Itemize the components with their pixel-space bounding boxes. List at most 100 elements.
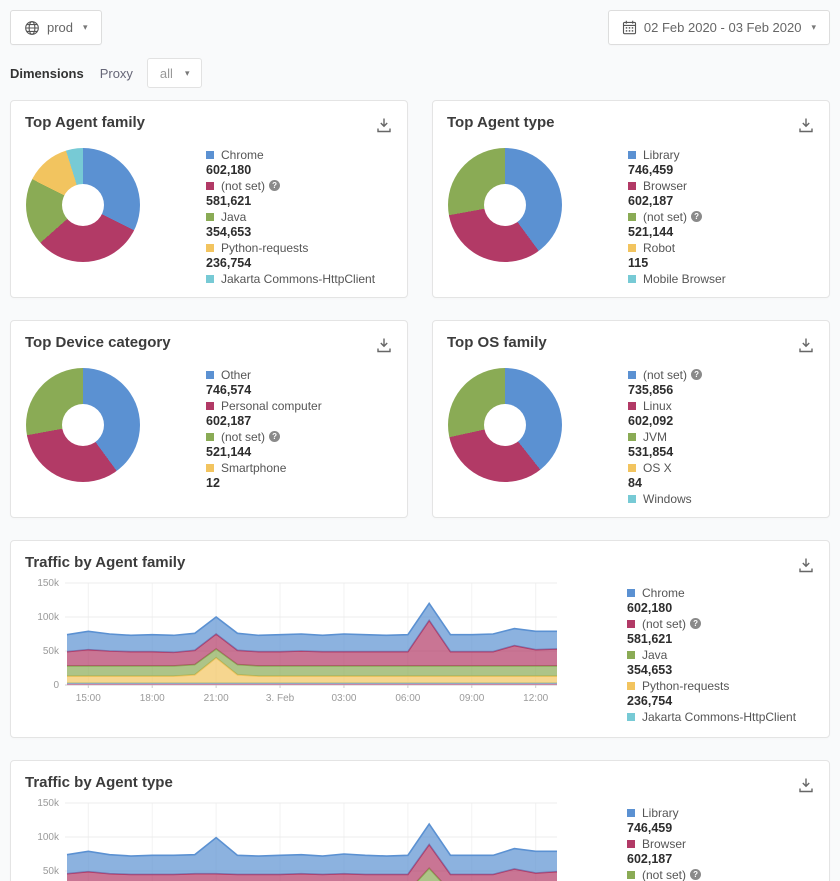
legend-item[interactable]: Robot [628, 240, 826, 256]
legend-item[interactable]: Chrome [206, 147, 404, 163]
legend-label: JVM [643, 430, 667, 444]
card-title: Top Agent family [25, 114, 145, 131]
help-icon[interactable]: ? [690, 869, 701, 880]
legend-item[interactable]: (not set)? [628, 367, 826, 383]
help-icon[interactable]: ? [269, 180, 280, 191]
legend-value: 602,180 [627, 601, 832, 617]
legend-swatch [628, 464, 636, 472]
legend-item[interactable]: Library [627, 805, 832, 821]
legend-item[interactable]: (not set)? [627, 616, 832, 632]
legend-value: 746,459 [627, 821, 832, 837]
legend-value: 115 [628, 256, 826, 272]
legend-item[interactable]: Library [628, 147, 826, 163]
card-top-agent-type: Top Agent type Library746,459Browser602,… [432, 100, 830, 298]
legend-item[interactable]: Other [206, 367, 404, 383]
legend-swatch [627, 620, 635, 628]
card-title: Top Device category [25, 334, 171, 351]
legend-label: (not set) [642, 617, 686, 631]
donut-chart-agent-family[interactable] [26, 148, 140, 262]
legend-item[interactable]: Java [206, 209, 404, 225]
chevron-down-icon: ▾ [83, 22, 88, 33]
dimensions-label: Dimensions [10, 66, 84, 81]
legend-item[interactable]: Browser [628, 178, 826, 194]
legend-item[interactable]: Chrome [627, 585, 832, 601]
card-title: Traffic by Agent family [25, 554, 185, 571]
legend-item[interactable]: JVM [628, 429, 826, 445]
download-icon[interactable] [797, 776, 815, 794]
legend-item[interactable]: (not set)? [628, 209, 826, 225]
legend-item[interactable]: Python-requests [206, 240, 404, 256]
legend-label: Windows [643, 492, 692, 506]
legend-item[interactable]: Mobile Browser [628, 271, 826, 287]
legend-value: 602,180 [206, 163, 404, 179]
legend-swatch [628, 151, 636, 159]
legend-swatch [628, 495, 636, 503]
svg-text:100k: 100k [37, 832, 60, 843]
legend-item[interactable]: (not set)? [206, 429, 404, 445]
download-icon[interactable] [375, 336, 393, 354]
svg-text:21:00: 21:00 [204, 693, 229, 704]
legend-item[interactable]: Java [627, 647, 832, 663]
legend-item[interactable]: (not set)? [206, 178, 404, 194]
proxy-select-value: all [160, 66, 173, 81]
legend-label: Python-requests [642, 679, 729, 693]
download-icon[interactable] [375, 116, 393, 134]
date-range-label: 02 Feb 2020 - 03 Feb 2020 [644, 20, 802, 35]
legend-label: Other [221, 368, 251, 382]
legend-swatch [206, 275, 214, 283]
help-icon[interactable]: ? [691, 369, 702, 380]
legend-item[interactable]: Jakarta Commons-HttpClient [206, 271, 404, 287]
legend-agent-type: Library746,459Browser602,187(not set)?52… [628, 147, 826, 287]
area-chart-svg: 050k100k150k15:0018:0021:003. Feb03:0006… [25, 797, 585, 881]
download-icon[interactable] [797, 116, 815, 134]
legend-value: 236,754 [627, 694, 832, 710]
legend-item[interactable]: Browser [627, 836, 832, 852]
area-chart-svg: 050k100k150k15:0018:0021:003. Feb03:0006… [25, 577, 585, 711]
legend-value: 521,144 [206, 445, 404, 461]
donut-chart-device-category[interactable] [26, 368, 140, 482]
legend-swatch [627, 809, 635, 817]
legend-label: (not set) [221, 430, 265, 444]
help-icon[interactable]: ? [269, 431, 280, 442]
legend-item[interactable]: OS X [628, 460, 826, 476]
legend-item[interactable]: Personal computer [206, 398, 404, 414]
legend-label: (not set) [642, 868, 686, 881]
legend-swatch [206, 244, 214, 252]
legend-label: Smartphone [221, 461, 286, 475]
donut-chart-os-family[interactable] [448, 368, 562, 482]
donut-chart-agent-type[interactable] [448, 148, 562, 262]
date-range-selector[interactable]: 02 Feb 2020 - 03 Feb 2020 ▾ [608, 10, 830, 45]
legend-item[interactable]: Smartphone [206, 460, 404, 476]
legend-item[interactable]: Jakarta Commons-HttpClient [627, 709, 832, 725]
help-icon[interactable]: ? [690, 618, 701, 629]
svg-text:0: 0 [53, 680, 59, 691]
legend-label: Chrome [221, 148, 264, 162]
download-icon[interactable] [797, 336, 815, 354]
environment-selector[interactable]: prod ▾ [10, 10, 102, 45]
legend-swatch [206, 402, 214, 410]
legend-item[interactable]: Python-requests [627, 678, 832, 694]
help-icon[interactable]: ? [691, 211, 702, 222]
donut-hole [484, 404, 526, 446]
legend-value: 354,653 [627, 663, 832, 679]
legend-value: 581,621 [627, 632, 832, 648]
donut-hole [62, 184, 104, 226]
download-icon[interactable] [797, 556, 815, 574]
legend-value: 354,653 [206, 225, 404, 241]
chevron-down-icon: ▾ [811, 22, 816, 33]
legend-label: (not set) [643, 368, 687, 382]
donut-hole [62, 404, 104, 446]
top-bar: prod ▾ 02 Feb 2020 - 03 Feb 2020 ▾ [0, 0, 840, 45]
legend-swatch [628, 213, 636, 221]
legend-label: Mobile Browser [643, 272, 726, 286]
proxy-select[interactable]: all ▾ [147, 58, 203, 88]
environment-label: prod [47, 20, 73, 35]
legend-label: Library [643, 148, 680, 162]
legend-swatch [206, 182, 214, 190]
legend-value: 531,854 [628, 445, 826, 461]
legend-item[interactable]: Windows [628, 491, 826, 507]
legend-item[interactable]: Linux [628, 398, 826, 414]
legend-swatch [206, 464, 214, 472]
legend-item[interactable]: (not set)? [627, 867, 832, 881]
legend-swatch [628, 182, 636, 190]
